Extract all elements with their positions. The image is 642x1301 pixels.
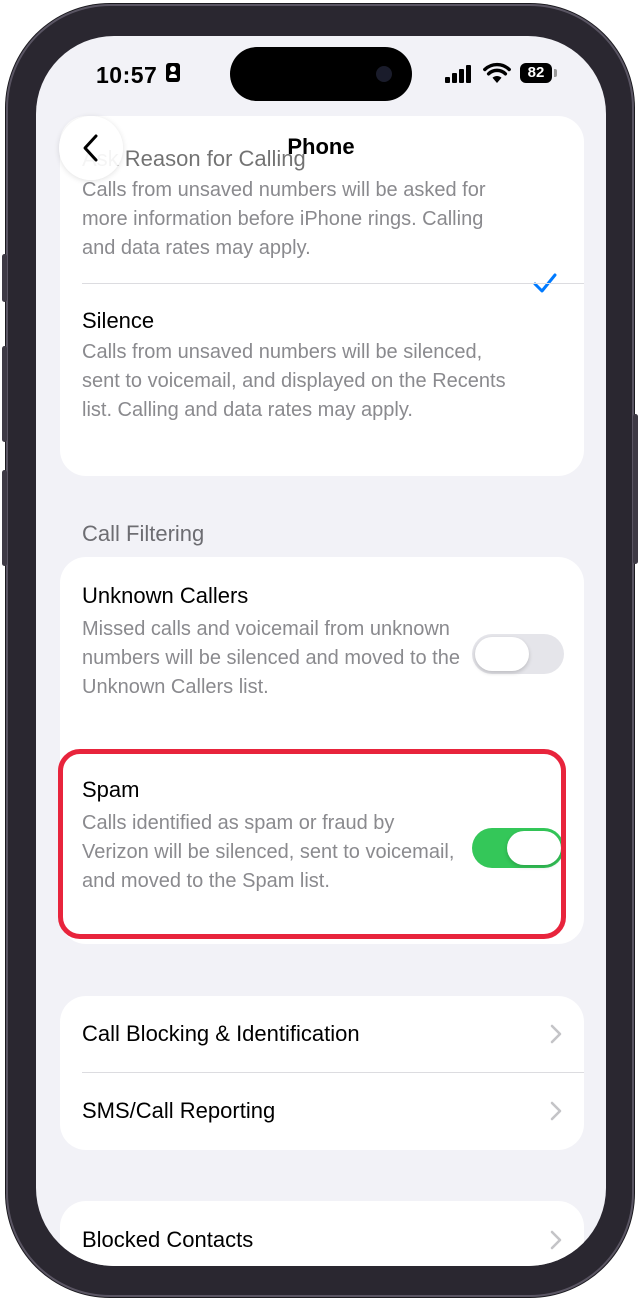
wifi-icon [483,62,511,83]
spam-highlight-box [58,749,566,939]
battery-cap [554,69,557,77]
option-ask-reason-description: Calls from unsaved numbers will be asked… [82,179,486,259]
blocked-contacts-row[interactable]: Blocked Contacts [60,1201,584,1266]
page-title: Phone [287,134,355,159]
call-blocking-label: Call Blocking & Identification [82,1021,360,1046]
blocked-contacts-label: Blocked Contacts [82,1227,254,1252]
id-card-icon [166,63,180,82]
dynamic-island [230,47,412,101]
status-time: 10:57 [96,62,158,88]
chevron-right-icon [550,1101,562,1121]
unknown-callers-toggle[interactable] [472,634,564,674]
volume-up-button [2,346,7,442]
sms-call-reporting-row[interactable]: SMS/Call Reporting [60,1073,584,1150]
option-silence-description: Calls from unsaved numbers will be silen… [82,341,506,421]
status-bar: 10:57 82 [36,36,606,116]
action-button [2,254,7,302]
option-ask-reason[interactable]: Ask Reason for Calling Calls from unsave… [82,146,512,263]
call-blocking-row[interactable]: Call Blocking & Identification [60,996,584,1073]
toggle-knob [475,637,529,671]
unknown-callers-title: Unknown Callers [82,583,249,608]
unknown-callers-description: Missed calls and voicemail from unknown … [82,618,460,698]
volume-down-button [2,470,7,566]
screen: ​ Ask Reason for Calling Calls from unsa… [36,36,606,1266]
sms-call-reporting-label: SMS/Call Reporting [82,1098,276,1123]
chevron-right-icon [550,1024,562,1044]
unknown-callers-row: Unknown Callers Missed calls and voicema… [82,583,462,702]
chevron-right-icon [550,1230,562,1250]
links-group: Call Blocking & Identification SMS/Call … [60,996,584,1150]
section-header-call-filtering: Call Filtering [82,521,205,546]
signal-icon [445,65,473,83]
screening-options-group: Ask Reason for Calling Calls from unsave… [60,116,584,476]
option-silence[interactable]: Silence Calls from unsaved numbers will … [82,308,512,425]
blocked-group: Blocked Contacts [60,1201,584,1266]
separator [82,283,584,284]
power-button [633,414,638,564]
option-silence-title: Silence [82,308,155,333]
battery-icon: 82 [520,63,552,83]
camera-icon [376,66,392,82]
